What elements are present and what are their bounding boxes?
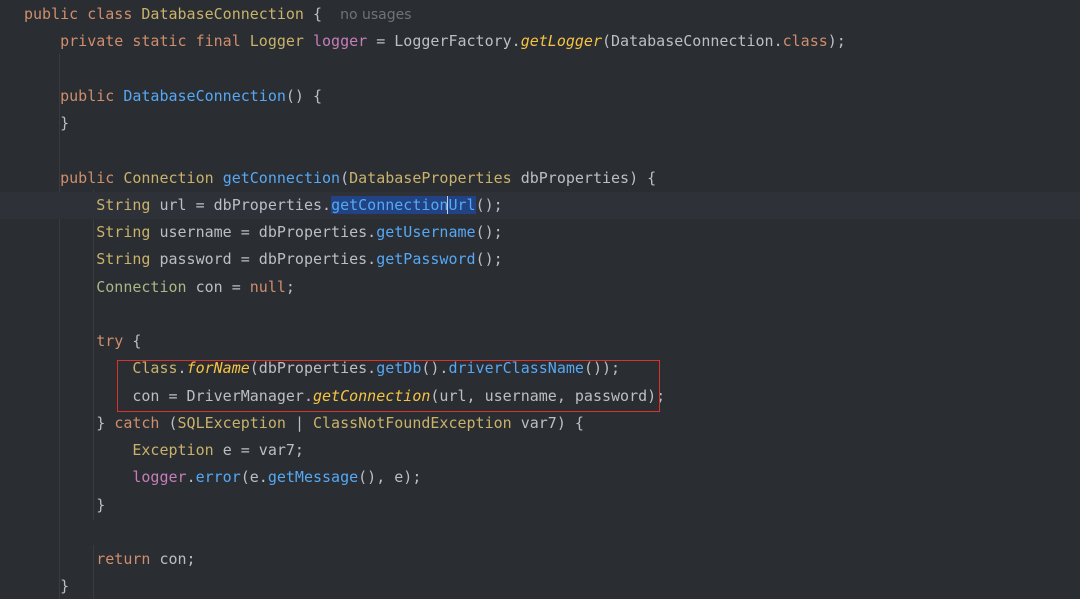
code-token: } [24, 577, 70, 596]
code-token: logger [313, 32, 368, 51]
code-token: (DatabaseConnection. [602, 32, 783, 51]
code-line[interactable]: String username = dbProperties.getUserna… [0, 219, 1080, 246]
code-line[interactable] [0, 519, 1080, 546]
code-token: catch [114, 413, 169, 432]
highlight-annotation-box [117, 360, 660, 412]
code-token: logger [132, 468, 187, 487]
code-token: Exception [132, 441, 223, 459]
code-line[interactable]: public DatabaseConnection() { [0, 83, 1080, 110]
code-token: | [294, 413, 313, 432]
code-token: url = dbProperties. [159, 195, 332, 214]
code-line[interactable]: String password = dbProperties.getPasswo… [0, 246, 1080, 273]
code-token: var7) { [520, 413, 584, 432]
code-token: public [24, 168, 124, 187]
code-token: ( [340, 168, 350, 187]
code-token: (), e); [358, 468, 422, 487]
code-token: String [96, 250, 160, 269]
code-line[interactable]: } [0, 110, 1080, 137]
code-token: getMessage [267, 468, 359, 487]
code-token: = LoggerFactory. [367, 32, 521, 51]
code-line[interactable] [0, 301, 1080, 328]
code-line[interactable] [0, 56, 1080, 83]
code-token: getConnection [222, 168, 341, 187]
code-token: DatabaseConnection [123, 86, 286, 105]
code-token: ClassNotFoundException [313, 413, 521, 432]
code-token: con; [159, 550, 196, 568]
code-token: e = var7; [222, 441, 304, 459]
code-token: (e. [240, 468, 268, 487]
code-token: public [24, 86, 124, 105]
code-token: ; [285, 277, 295, 296]
code-token: try [24, 332, 133, 350]
code-line[interactable]: try { [0, 328, 1080, 355]
code-token: ); [827, 32, 846, 51]
code-line[interactable]: } [0, 573, 1080, 599]
code-token: Connection [123, 168, 223, 187]
code-token: (); [475, 250, 503, 269]
code-token: dbProperties) { [520, 168, 657, 187]
code-token: } [24, 114, 70, 132]
code-line[interactable]: } catch (SQLException | ClassNotFoundExc… [0, 410, 1080, 437]
code-line[interactable]: String url = dbProperties.getConnectionU… [0, 191, 1080, 219]
code-token: con = [195, 277, 250, 296]
code-token: DatabaseProperties [349, 168, 521, 187]
code-token: (); [475, 195, 503, 214]
code-token: getUsername [376, 223, 476, 241]
code-token: public class [24, 5, 142, 23]
code-token: DatabaseConnection [141, 5, 304, 23]
code-token: Connection [96, 277, 196, 296]
code-token: getConnection [331, 195, 449, 214]
code-token: ( [168, 413, 178, 432]
code-token: class [782, 32, 828, 51]
code-token: } [24, 413, 115, 432]
code-token: getPassword [376, 250, 476, 269]
code-line[interactable]: } [0, 492, 1080, 519]
code-token: (); [475, 223, 503, 241]
code-token: error [195, 468, 241, 487]
code-token: . [186, 468, 196, 487]
code-line[interactable]: Connection con = null; [0, 274, 1080, 301]
code-token: { [132, 332, 142, 350]
code-token: password = dbProperties. [159, 250, 377, 269]
code-token: Logger [249, 32, 313, 51]
code-token: return [24, 550, 160, 568]
code-token: () { [285, 86, 323, 105]
usage-hint: no usages [340, 7, 412, 23]
code-token: getLogger [520, 32, 602, 51]
code-token: SQLException [177, 413, 295, 432]
code-line[interactable]: private static final Logger logger = Log… [0, 28, 1080, 55]
code-token: Url [448, 195, 476, 214]
code-line[interactable] [0, 137, 1080, 164]
code-line[interactable]: Exception e = var7; [0, 437, 1080, 464]
code-token: username = dbProperties. [159, 223, 377, 241]
code-line[interactable]: return con; [0, 546, 1080, 573]
code-line[interactable]: logger.error(e.getMessage(), e); [0, 464, 1080, 491]
code-editor[interactable]: public class DatabaseConnection { no usa… [0, 0, 1080, 599]
code-line[interactable]: public Connection getConnection(Database… [0, 165, 1080, 192]
code-token: String [96, 223, 160, 241]
code-line[interactable]: public class DatabaseConnection { no usa… [0, 1, 1080, 28]
code-token: null [249, 277, 286, 296]
code-token: { [303, 5, 341, 23]
code-token: String [96, 195, 160, 214]
code-token: private static final [24, 32, 250, 51]
code-token: } [24, 495, 106, 514]
